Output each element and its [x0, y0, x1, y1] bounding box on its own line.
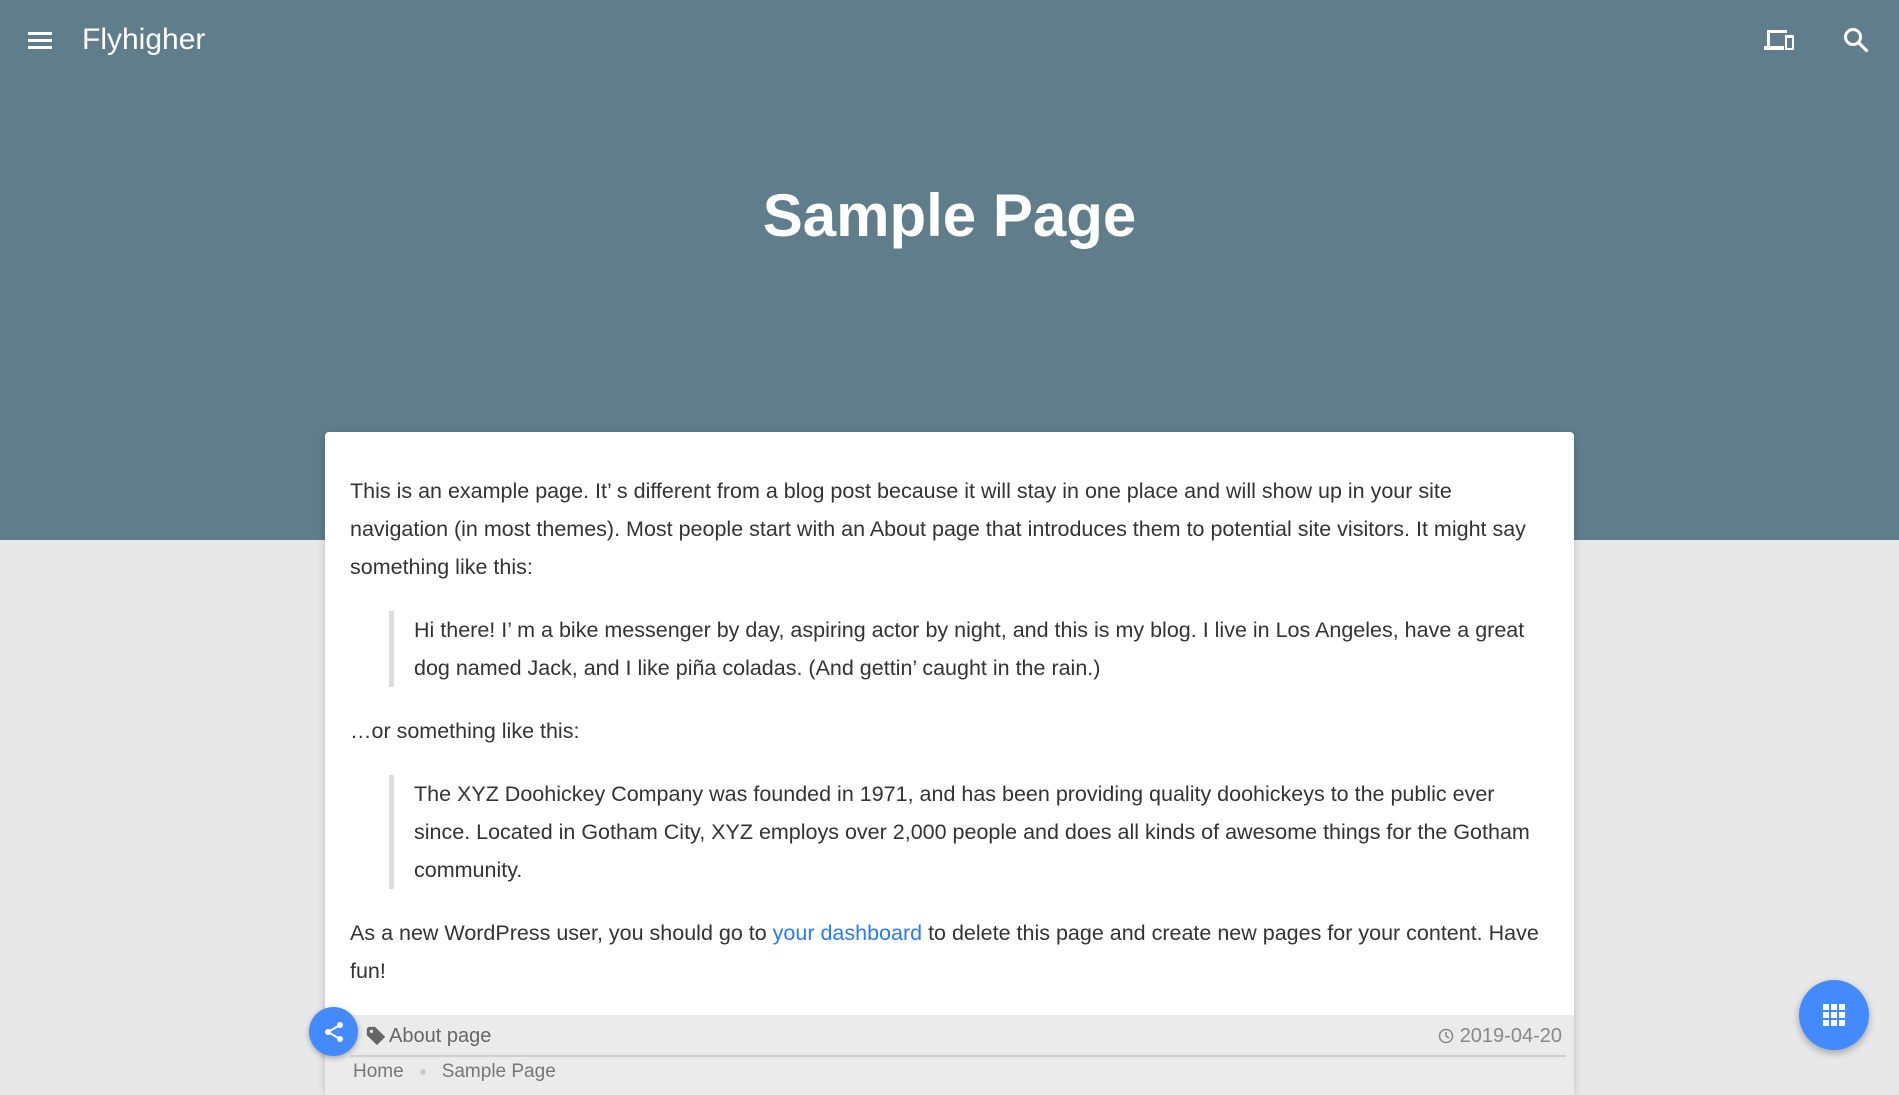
page-title: Sample Page	[762, 182, 1137, 249]
article-card: This is an example page. It’ s different…	[325, 432, 1574, 1095]
apps-grid-icon	[1823, 1004, 1845, 1026]
tag-link[interactable]: About page	[365, 1021, 491, 1051]
tag-icon	[366, 1026, 386, 1046]
devices-icon[interactable]	[1762, 28, 1794, 52]
post-date: 2019-04-20	[1438, 1021, 1562, 1051]
tag-label: About page	[389, 1025, 492, 1047]
breadcrumb-separator	[419, 1069, 426, 1075]
blockquote: Hi there! I’ m a bike messenger by day, …	[389, 611, 1549, 687]
paragraph: This is an example page. It’ s different…	[350, 479, 1526, 579]
blockquote: The XYZ Doohickey Company was founded in…	[389, 775, 1549, 889]
search-icon[interactable]	[1842, 26, 1870, 54]
menu-icon[interactable]	[26, 26, 54, 54]
site-brand[interactable]: Flyhigher	[82, 20, 205, 60]
text: As a new WordPress user, you should go t…	[350, 921, 773, 945]
clock-icon	[1438, 1028, 1453, 1044]
share-button[interactable]	[309, 1007, 358, 1056]
date-text: 2019-04-20	[1459, 1025, 1562, 1047]
share-icon	[324, 1021, 343, 1042]
dashboard-link[interactable]: your dashboard	[773, 921, 922, 945]
paragraph: …or something like this:	[350, 719, 580, 743]
paragraph: As a new WordPress user, you should go t…	[350, 914, 1549, 990]
divider	[350, 1055, 1566, 1057]
top-app-bar: Flyhigher	[0, 0, 1899, 80]
article-content: This is an example page. It’ s different…	[325, 432, 1574, 990]
article-footer: About page 2019-04-20 Home Sample Page	[325, 1015, 1574, 1095]
apps-fab-button[interactable]	[1799, 980, 1869, 1050]
